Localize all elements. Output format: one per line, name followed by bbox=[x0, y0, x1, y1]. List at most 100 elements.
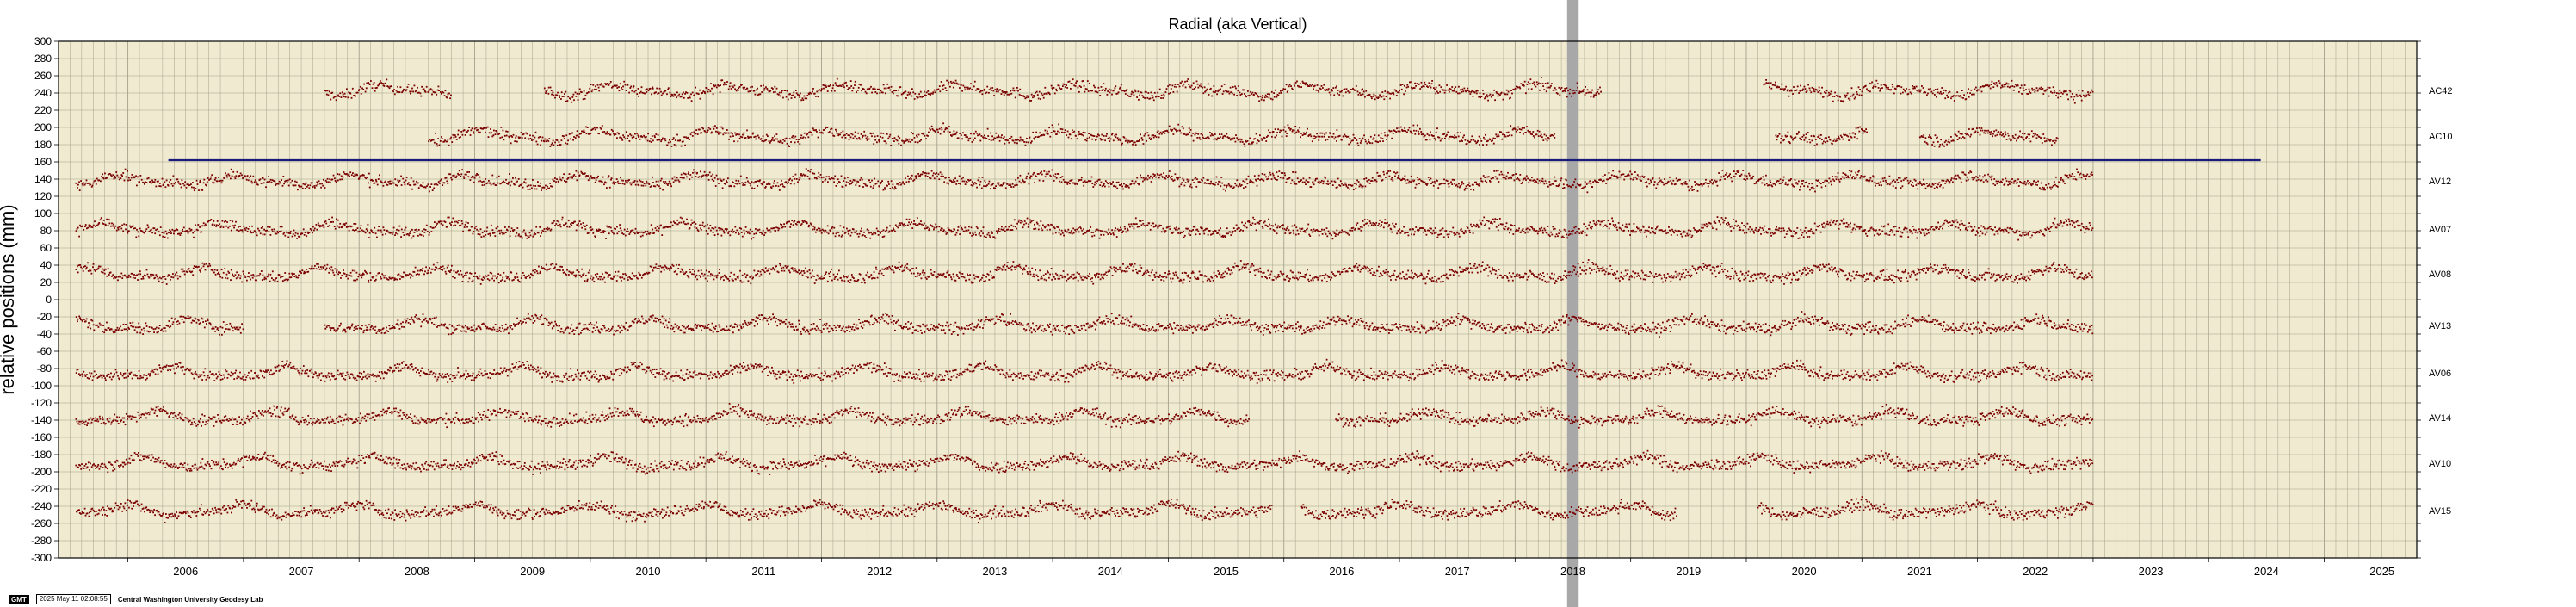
data-point bbox=[1424, 81, 1426, 84]
data-point bbox=[2005, 84, 2007, 85]
data-point bbox=[1326, 139, 1329, 140]
data-point bbox=[1103, 184, 1104, 187]
data-point bbox=[544, 138, 547, 140]
data-point bbox=[1342, 95, 1344, 97]
data-point bbox=[338, 173, 341, 176]
data-point bbox=[1356, 139, 1358, 141]
data-point bbox=[288, 178, 291, 181]
data-point bbox=[395, 90, 398, 91]
data-point bbox=[932, 172, 935, 175]
data-point bbox=[1165, 88, 1168, 90]
data-point bbox=[2044, 140, 2046, 143]
data-point bbox=[1081, 133, 1084, 136]
data-point bbox=[793, 183, 795, 185]
data-point bbox=[739, 135, 742, 138]
data-point bbox=[1336, 140, 1337, 142]
data-point bbox=[1930, 90, 1933, 93]
data-point bbox=[471, 127, 473, 130]
data-point bbox=[756, 180, 757, 183]
data-point bbox=[943, 130, 945, 133]
data-point bbox=[1446, 133, 1448, 136]
data-point bbox=[1358, 138, 1361, 139]
data-point bbox=[1285, 84, 1288, 86]
data-point bbox=[1957, 130, 1960, 133]
data-point bbox=[1567, 90, 1569, 92]
data-point bbox=[281, 184, 284, 187]
data-point bbox=[490, 128, 491, 130]
data-point bbox=[634, 133, 636, 135]
data-point bbox=[1082, 131, 1084, 133]
data-point bbox=[546, 89, 548, 91]
data-point bbox=[1195, 177, 1197, 179]
data-point bbox=[882, 133, 885, 134]
data-point bbox=[1239, 91, 1241, 94]
data-point bbox=[1108, 88, 1110, 90]
data-point bbox=[869, 181, 872, 183]
data-point bbox=[1856, 91, 1858, 93]
data-point bbox=[1076, 80, 1078, 83]
data-point bbox=[1014, 139, 1016, 141]
data-point bbox=[329, 178, 331, 180]
data-point bbox=[1774, 84, 1776, 87]
data-point bbox=[1521, 127, 1523, 129]
data-point bbox=[788, 181, 789, 183]
data-point bbox=[1591, 186, 1593, 188]
data-point bbox=[164, 186, 167, 189]
data-point bbox=[927, 135, 929, 137]
data-point bbox=[2048, 95, 2050, 97]
data-point bbox=[1005, 139, 1008, 141]
data-point bbox=[1082, 80, 1084, 82]
data-point bbox=[1006, 183, 1009, 184]
data-point bbox=[437, 138, 439, 139]
data-point bbox=[2011, 85, 2014, 87]
data-point bbox=[646, 91, 648, 93]
data-point bbox=[1554, 137, 1556, 139]
data-point bbox=[354, 95, 356, 97]
data-point bbox=[669, 139, 670, 141]
data-point bbox=[589, 87, 591, 90]
data-point bbox=[862, 134, 864, 137]
data-point bbox=[307, 184, 309, 187]
data-point bbox=[1313, 84, 1316, 87]
data-point bbox=[1276, 134, 1277, 137]
data-point bbox=[1410, 131, 1412, 133]
data-point bbox=[281, 179, 282, 181]
data-point bbox=[610, 178, 612, 181]
data-point bbox=[1383, 173, 1385, 176]
data-point bbox=[1272, 174, 1275, 177]
data-point bbox=[1559, 94, 1561, 96]
data-point bbox=[719, 177, 721, 180]
data-point bbox=[1874, 83, 1876, 85]
data-point bbox=[1980, 86, 1982, 88]
data-point bbox=[747, 180, 749, 183]
data-point bbox=[1455, 86, 1457, 88]
data-point bbox=[811, 133, 813, 136]
data-point bbox=[667, 141, 670, 144]
data-point bbox=[1585, 86, 1586, 88]
data-point bbox=[411, 87, 413, 90]
data-point bbox=[1127, 185, 1129, 187]
data-point bbox=[629, 182, 631, 184]
data-point bbox=[601, 84, 603, 86]
data-point bbox=[363, 83, 365, 85]
data-point bbox=[1821, 142, 1824, 145]
data-point bbox=[1303, 181, 1306, 183]
data-point bbox=[979, 133, 981, 135]
data-point bbox=[695, 133, 697, 135]
data-point bbox=[1380, 132, 1382, 134]
data-point bbox=[1919, 90, 1921, 93]
data-point bbox=[1737, 171, 1739, 173]
data-point bbox=[342, 93, 344, 96]
data-point bbox=[1942, 145, 1944, 146]
data-point bbox=[1288, 177, 1291, 179]
data-point bbox=[398, 180, 401, 182]
data-point bbox=[1510, 125, 1512, 127]
data-point bbox=[2066, 93, 2068, 96]
data-point bbox=[113, 177, 115, 180]
data-point bbox=[1205, 90, 1208, 92]
data-point bbox=[1435, 131, 1437, 133]
data-point bbox=[1264, 94, 1267, 96]
data-point bbox=[1116, 137, 1119, 139]
data-point bbox=[388, 87, 391, 90]
data-point bbox=[1494, 99, 1496, 102]
